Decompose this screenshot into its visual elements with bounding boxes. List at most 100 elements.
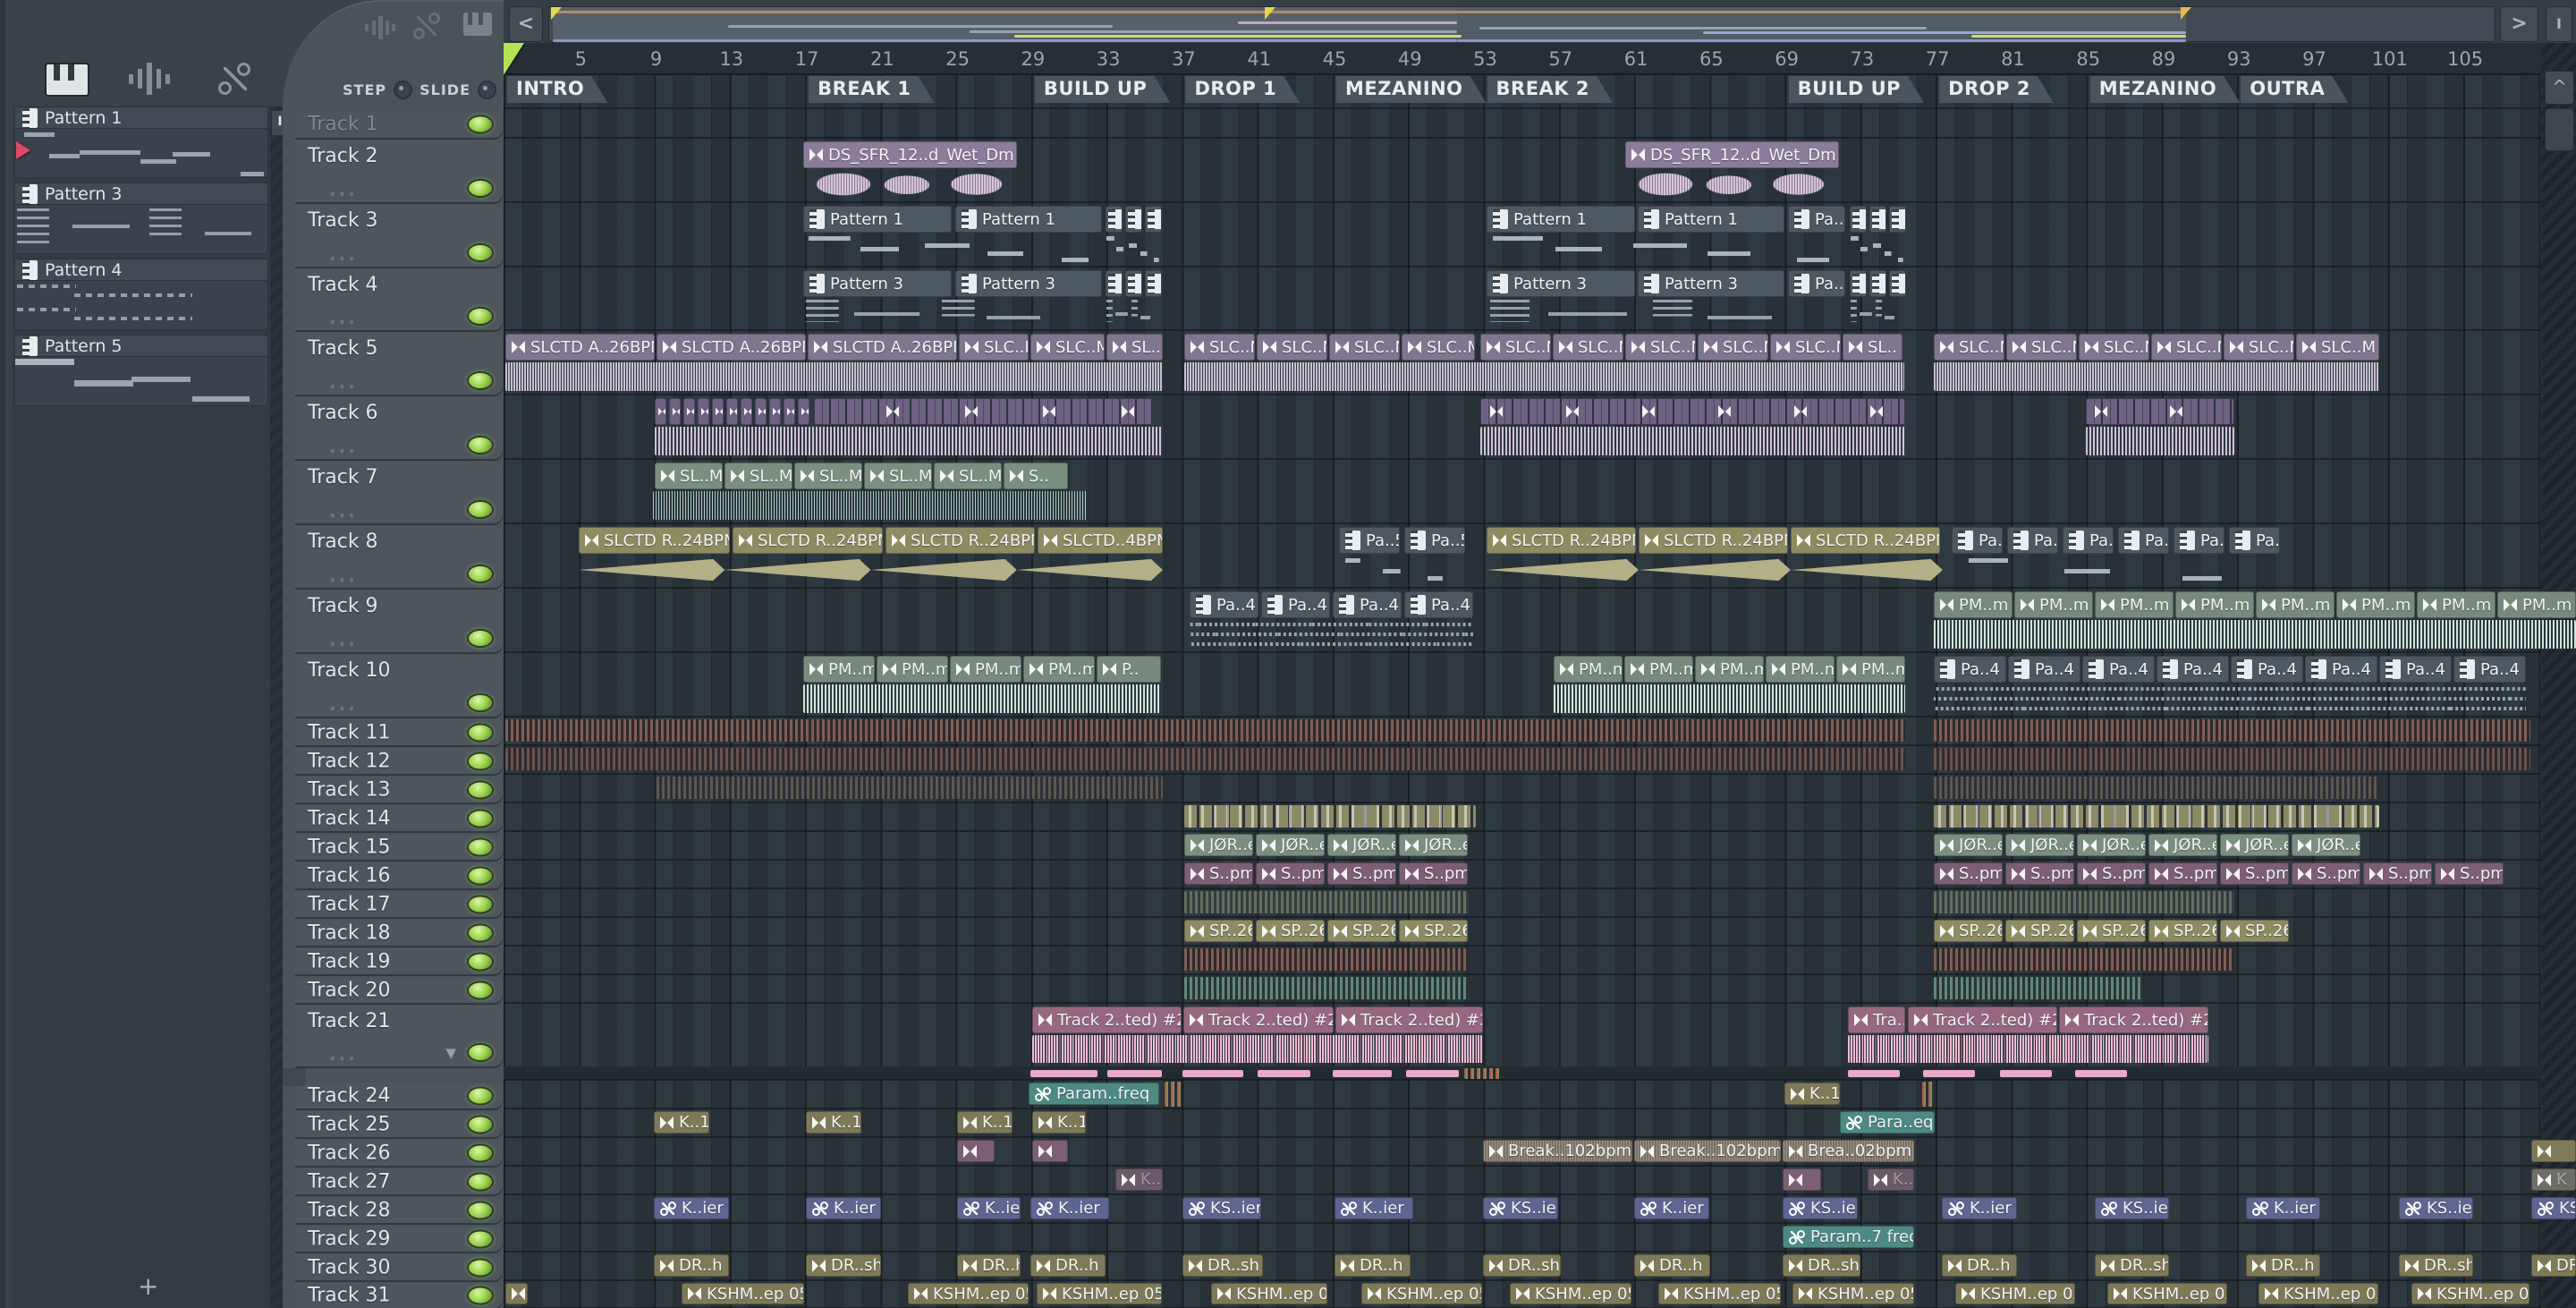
minimap-line [728, 25, 1113, 28]
track-mute-led[interactable] [467, 723, 494, 742]
track-mute-led[interactable] [467, 952, 494, 971]
timeline-ruler[interactable]: 5 9 13 17 21 25 29 33 37 41 45 49 53 57 61 65 69 73 77 81 85… [504, 43, 2576, 75]
waveform-icon[interactable] [129, 63, 170, 95]
piano-icon[interactable] [45, 63, 89, 97]
track-mute-led[interactable] [467, 243, 494, 262]
track-header[interactable]: Track 29 [295, 1226, 503, 1252]
track-mute-led[interactable] [467, 115, 494, 134]
track-header[interactable]: Track 30 [295, 1254, 503, 1280]
track-name: Track 21 [308, 1010, 391, 1032]
track-header[interactable]: Track 21... ▼ [295, 1006, 503, 1066]
track-mute-led[interactable] [467, 565, 494, 583]
track-mute-led[interactable] [467, 307, 494, 326]
minimap-end-toggle-button[interactable]: I [2546, 6, 2572, 42]
pattern-item-header[interactable]: Pattern 5 [14, 335, 268, 357]
track-mute-led[interactable] [467, 1115, 494, 1134]
track-options-dots[interactable]: ... [329, 1043, 358, 1065]
track-name: Track 27 [308, 1170, 391, 1193]
track-mute-led[interactable] [467, 1258, 494, 1277]
track-header[interactable]: Track 15 [295, 834, 503, 860]
track-header[interactable]: Track 10... [295, 655, 503, 717]
track-mute-led[interactable] [467, 923, 494, 942]
track-options-dots[interactable]: ... [329, 693, 358, 715]
track-mute-led[interactable] [467, 371, 494, 390]
track-mute-led[interactable] [467, 981, 494, 999]
track-mute-led[interactable] [467, 780, 494, 799]
track-header[interactable]: Track 31 [295, 1283, 503, 1308]
track-options-dots[interactable]: ... [329, 179, 358, 200]
track-mute-led[interactable] [467, 693, 494, 712]
track-header[interactable]: Track 19 [295, 948, 503, 974]
minimap-line [1457, 39, 2186, 42]
track-options-dots[interactable]: ... [329, 243, 358, 265]
add-pattern-button[interactable]: + [138, 1271, 158, 1301]
track-mute-led[interactable] [467, 1086, 494, 1105]
track-header[interactable]: Track 2... [295, 140, 503, 202]
track-mute-led[interactable] [467, 1172, 494, 1191]
track-mute-led[interactable] [467, 1201, 494, 1219]
scroll-left-button[interactable]: < [509, 6, 543, 42]
playlist-minimap[interactable] [548, 6, 2496, 42]
track-header[interactable]: Track 14 [295, 805, 503, 831]
track-header[interactable]: Track 3... [295, 205, 503, 267]
track-header[interactable]: Track 7... [295, 462, 503, 523]
collapsed-group-notch[interactable] [283, 1068, 306, 1086]
scrollbar-thumb[interactable] [2545, 108, 2574, 151]
track-options-dots[interactable]: ... [329, 629, 358, 650]
pattern-item[interactable]: Pattern 3 [14, 183, 268, 254]
minimap-line [1703, 31, 2186, 34]
playhead-marker-icon[interactable] [504, 43, 524, 75]
track-header[interactable]: Track 20 [295, 977, 503, 1003]
track-header[interactable]: Track 18 [295, 920, 503, 946]
track-options-dots[interactable]: ... [329, 371, 358, 393]
track-header[interactable]: Track 9... [295, 590, 503, 652]
track-mute-led[interactable] [467, 837, 494, 856]
scroll-up-button[interactable]: ^ [2545, 71, 2574, 105]
pattern-item-header[interactable]: Pattern 4 [14, 259, 268, 281]
track-mute-led[interactable] [467, 1043, 494, 1062]
track-header[interactable]: Track 28 [295, 1197, 503, 1223]
pattern-item[interactable]: Pattern 1 [14, 106, 268, 178]
track-header[interactable]: Track 4... [295, 269, 503, 330]
ruler-bar-number: 41 [1247, 48, 1272, 70]
ruler-bar-number: 25 [945, 48, 970, 70]
track-header[interactable]: Track 1 [295, 111, 503, 138]
track-header[interactable]: Track 25 [295, 1111, 503, 1137]
collapse-arrow-icon[interactable]: ▼ [445, 1045, 456, 1061]
automation-link-icon[interactable] [216, 63, 252, 97]
playlist-grid[interactable] [504, 75, 2541, 1308]
track-header[interactable]: Track 24 [295, 1083, 503, 1108]
pattern-item[interactable]: Pattern 4 [14, 259, 268, 330]
track-mute-led[interactable] [467, 895, 494, 913]
track-mute-led[interactable] [467, 500, 494, 519]
track-mute-led[interactable] [467, 866, 494, 885]
track-header[interactable]: Track 6... [295, 397, 503, 459]
track-mute-led[interactable] [467, 179, 494, 198]
pattern-item-header[interactable]: Pattern 1 [14, 106, 268, 129]
track-header[interactable]: Track 11 [295, 719, 503, 745]
track-header[interactable]: Track 5... [295, 333, 503, 395]
track-options-dots[interactable]: ... [329, 565, 358, 586]
track-mute-led[interactable] [467, 752, 494, 770]
track-name: Track 29 [308, 1227, 391, 1250]
track-mute-led[interactable] [467, 1229, 494, 1248]
track-header[interactable]: Track 17 [295, 891, 503, 917]
track-mute-led[interactable] [467, 809, 494, 828]
pattern-item[interactable]: Pattern 5 [14, 335, 268, 406]
scroll-right-button[interactable]: > [2500, 6, 2538, 42]
track-header[interactable]: Track 16 [295, 862, 503, 888]
track-header[interactable]: Track 8... [295, 526, 503, 588]
track-header[interactable]: Track 27 [295, 1168, 503, 1194]
track-mute-led[interactable] [467, 629, 494, 648]
pattern-preview [14, 357, 268, 406]
track-header[interactable]: Track 26 [295, 1140, 503, 1166]
track-header[interactable]: Track 13 [295, 777, 503, 803]
track-options-dots[interactable]: ... [329, 500, 358, 522]
track-options-dots[interactable]: ... [329, 436, 358, 457]
pattern-item-header[interactable]: Pattern 3 [14, 183, 268, 205]
track-mute-led[interactable] [467, 1143, 494, 1162]
track-options-dots[interactable]: ... [329, 307, 358, 328]
track-mute-led[interactable] [467, 1286, 494, 1305]
track-mute-led[interactable] [467, 436, 494, 454]
track-header[interactable]: Track 12 [295, 748, 503, 774]
